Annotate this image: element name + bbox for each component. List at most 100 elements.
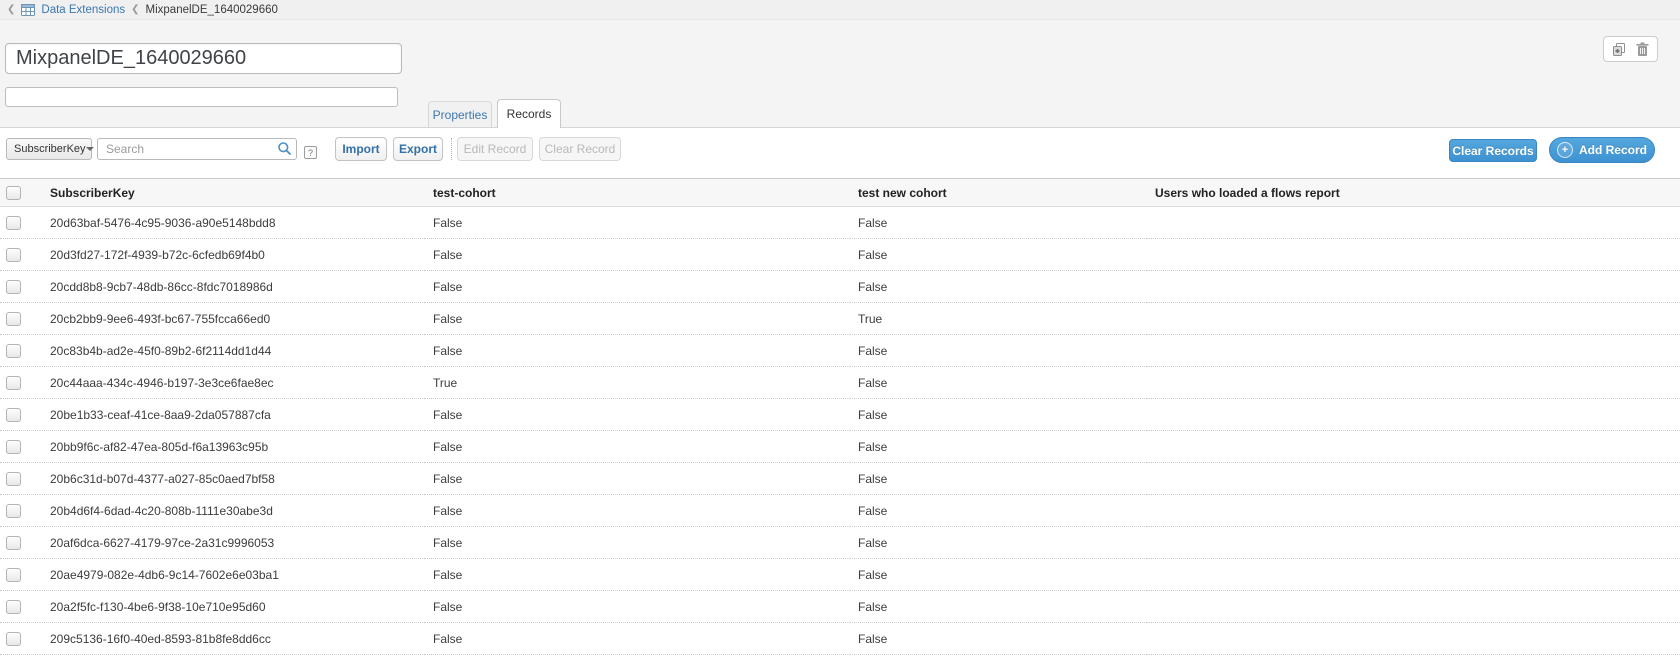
cell-subscriberkey: 20b6c31d-b07d-4377-a027-85c0aed7bf58 — [40, 463, 425, 495]
cell-test-cohort: False — [425, 239, 850, 271]
row-checkbox[interactable] — [6, 344, 21, 358]
delete-button[interactable] — [1636, 42, 1649, 57]
row-checkbox[interactable] — [6, 216, 21, 230]
name-input[interactable] — [5, 43, 402, 74]
trash-icon — [1636, 42, 1649, 57]
row-checkbox[interactable] — [6, 312, 21, 326]
import-button[interactable]: Import — [335, 137, 387, 161]
cell-test-new-cohort: False — [850, 591, 1147, 623]
search-box — [97, 138, 297, 160]
select-all-checkbox[interactable] — [6, 186, 21, 200]
cell-test-new-cohort: False — [850, 271, 1147, 303]
table-row[interactable]: 20d63baf-5476-4c95-9036-a90e5148bdd8 Fal… — [0, 207, 1680, 239]
table-row[interactable]: 20ae4979-082e-4db6-9c14-7602e6e03ba1 Fal… — [0, 559, 1680, 591]
copy-icon — [1612, 42, 1627, 57]
description-input[interactable] — [5, 87, 398, 107]
table-row[interactable]: 20c44aaa-434c-4946-b197-3e3ce6fae8ec Tru… — [0, 367, 1680, 399]
cell-flows-report — [1147, 463, 1680, 495]
breadcrumb-separator-icon: ❮ — [131, 5, 139, 15]
cell-test-new-cohort: False — [850, 367, 1147, 399]
cell-subscriberkey: 20a2f5fc-f130-4be6-9f38-10e710e95d60 — [40, 591, 425, 623]
row-checkbox[interactable] — [6, 504, 21, 518]
clear-records-button[interactable]: Clear Records — [1449, 139, 1537, 162]
row-checkbox[interactable] — [6, 600, 21, 614]
cell-test-cohort: False — [425, 271, 850, 303]
row-checkbox[interactable] — [6, 376, 21, 390]
search-icon — [277, 141, 292, 156]
breadcrumb: ❮ Data Extensions ❮ MixpanelDE_164002966… — [0, 0, 1680, 20]
table-row[interactable]: 20af6dca-6627-4179-97ce-2a31c9996053 Fal… — [0, 527, 1680, 559]
help-icon[interactable]: ? — [304, 146, 317, 159]
cell-test-cohort: False — [425, 559, 850, 591]
breadcrumb-link-data-extensions[interactable]: Data Extensions — [41, 4, 125, 16]
table-row[interactable]: 20cb2bb9-9ee6-493f-bc67-755fcca66ed0 Fal… — [0, 303, 1680, 335]
table-row[interactable]: 20a2f5fc-f130-4be6-9f38-10e710e95d60 Fal… — [0, 591, 1680, 623]
cell-test-new-cohort: False — [850, 495, 1147, 527]
cell-flows-report — [1147, 495, 1680, 527]
table-row[interactable]: 20d3fd27-172f-4939-b72c-6cfedb69f4b0 Fal… — [0, 239, 1680, 271]
cell-test-new-cohort: False — [850, 335, 1147, 367]
table-row[interactable]: 209c5136-16f0-40ed-8593-81b8fe8dd6cc Fal… — [0, 623, 1680, 655]
table-row[interactable]: 20b6c31d-b07d-4377-a027-85c0aed7bf58 Fal… — [0, 463, 1680, 495]
cell-test-new-cohort: False — [850, 463, 1147, 495]
row-checkbox[interactable] — [6, 408, 21, 422]
column-header-flows-report: Users who loaded a flows report — [1147, 179, 1680, 207]
cell-test-cohort: False — [425, 623, 850, 655]
row-checkbox[interactable] — [6, 472, 21, 486]
cell-test-cohort: False — [425, 303, 850, 335]
cell-test-cohort: False — [425, 495, 850, 527]
search-field-dropdown[interactable]: SubscriberKey — [6, 138, 92, 160]
tab-properties[interactable]: Properties — [428, 101, 492, 127]
cell-subscriberkey: 209c5136-16f0-40ed-8593-81b8fe8dd6cc — [40, 623, 425, 655]
extension-actions-group — [1603, 36, 1658, 62]
cell-subscriberkey: 20c83b4b-ad2e-45f0-89b2-6f2114dd1d44 — [40, 335, 425, 367]
search-input[interactable] — [97, 138, 297, 160]
cell-test-cohort: False — [425, 527, 850, 559]
column-header-subscriberkey: SubscriberKey — [40, 179, 425, 207]
row-checkbox[interactable] — [6, 536, 21, 550]
search-field-dropdown-label: SubscriberKey — [14, 143, 86, 155]
table-row[interactable]: 20bb9f6c-af82-47ea-805d-f6a13963c95b Fal… — [0, 431, 1680, 463]
breadcrumb-back-icon[interactable]: ❮ — [7, 5, 15, 15]
table-row[interactable]: 20be1b33-ceaf-41ce-8aa9-2da057887cfa Fal… — [0, 399, 1680, 431]
add-record-button[interactable]: + Add Record — [1549, 137, 1655, 163]
table-row[interactable]: 20cdd8b8-9cb7-48db-86cc-8fdc7018986d Fal… — [0, 271, 1680, 303]
records-table: SubscriberKey test-cohort test new cohor… — [0, 178, 1680, 655]
tab-records[interactable]: Records — [497, 99, 561, 128]
cell-subscriberkey: 20bb9f6c-af82-47ea-805d-f6a13963c95b — [40, 431, 425, 463]
cell-flows-report — [1147, 431, 1680, 463]
cell-test-new-cohort: False — [850, 527, 1147, 559]
table-row[interactable]: 20c83b4b-ad2e-45f0-89b2-6f2114dd1d44 Fal… — [0, 335, 1680, 367]
cell-flows-report — [1147, 559, 1680, 591]
row-checkbox[interactable] — [6, 248, 21, 262]
cell-subscriberkey: 20d63baf-5476-4c95-9036-a90e5148bdd8 — [40, 207, 425, 239]
row-checkbox[interactable] — [6, 280, 21, 294]
cell-test-new-cohort: False — [850, 559, 1147, 591]
cell-subscriberkey: 20c44aaa-434c-4946-b197-3e3ce6fae8ec — [40, 367, 425, 399]
column-header-test-cohort: test-cohort — [425, 179, 850, 207]
cell-test-cohort: True — [425, 367, 850, 399]
column-header-test-new-cohort: test new cohort — [850, 179, 1147, 207]
cell-test-new-cohort: False — [850, 207, 1147, 239]
add-record-label: Add Record — [1579, 143, 1647, 157]
cell-test-new-cohort: False — [850, 399, 1147, 431]
cell-subscriberkey: 20cdd8b8-9cb7-48db-86cc-8fdc7018986d — [40, 271, 425, 303]
cell-test-cohort: False — [425, 463, 850, 495]
copy-button[interactable] — [1612, 42, 1627, 57]
breadcrumb-current: MixpanelDE_1640029660 — [146, 4, 278, 16]
cell-flows-report — [1147, 271, 1680, 303]
edit-record-button[interactable]: Edit Record — [457, 137, 533, 161]
export-button[interactable]: Export — [393, 137, 443, 161]
table-row[interactable]: 20b4d6f4-6dad-4c20-808b-1111e30abe3d Fal… — [0, 495, 1680, 527]
cell-flows-report — [1147, 239, 1680, 271]
row-checkbox[interactable] — [6, 632, 21, 646]
clear-record-button[interactable]: Clear Record — [539, 137, 621, 161]
cell-test-cohort: False — [425, 591, 850, 623]
cell-flows-report — [1147, 207, 1680, 239]
data-extension-grid-icon — [21, 4, 35, 16]
toolbar-divider — [451, 138, 452, 160]
search-button[interactable] — [274, 140, 294, 157]
row-checkbox[interactable] — [6, 440, 21, 454]
table-header-row: SubscriberKey test-cohort test new cohor… — [0, 179, 1680, 207]
row-checkbox[interactable] — [6, 568, 21, 582]
